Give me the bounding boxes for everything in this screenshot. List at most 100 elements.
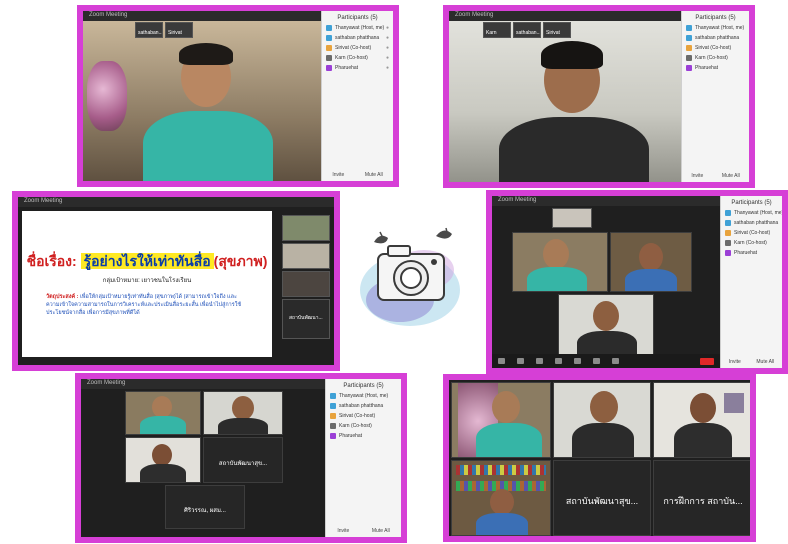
- record-icon[interactable]: [612, 358, 619, 364]
- video-tile: [610, 232, 692, 292]
- participants-title: Participants (5): [337, 15, 378, 21]
- participants-title: Participants (5): [695, 15, 736, 21]
- thumbnail: sathaban...: [135, 22, 163, 38]
- mic-icon[interactable]: ●: [386, 65, 389, 71]
- mic-icon[interactable]: ●: [386, 45, 389, 51]
- security-icon[interactable]: [536, 358, 543, 364]
- side-video: [282, 215, 330, 241]
- avatar: [326, 55, 332, 61]
- participant-row[interactable]: Thanyawat (Host, me): [721, 208, 782, 218]
- participant-row[interactable]: sathaban phatthana: [682, 33, 749, 43]
- participant-row[interactable]: sathaban phatthana ●: [322, 33, 393, 43]
- screenshot-1: Zoom Meeting sathaban... Sirivat Partici…: [77, 5, 399, 187]
- participant-row[interactable]: Pharuehat: [326, 431, 401, 441]
- participants-title: Participants (5): [343, 383, 384, 389]
- mic-icon[interactable]: ●: [386, 55, 389, 61]
- name-tile: สถาบันพัฒนาสุข...: [203, 437, 283, 483]
- avatar: [725, 250, 731, 256]
- participant-row[interactable]: Pharuehat ●: [322, 63, 393, 73]
- participants-panel: Participants (5) Thanyawat (Host, me) sa…: [720, 196, 782, 368]
- mic-icon[interactable]: ●: [386, 25, 389, 31]
- share-screen-icon[interactable]: [593, 358, 600, 364]
- participant-row[interactable]: Karn (Co-host): [721, 238, 782, 248]
- video-tile: [512, 232, 608, 292]
- mute-all-button[interactable]: Mute All: [756, 359, 774, 365]
- invite-button[interactable]: Invite: [337, 528, 349, 534]
- avatar: [326, 65, 332, 71]
- app-title: Zoom Meeting: [498, 197, 537, 203]
- avatar: [725, 220, 731, 226]
- participant-row[interactable]: Sirivat (Co-host): [721, 228, 782, 238]
- participant-row[interactable]: Karn (Co-host): [326, 421, 401, 431]
- mute-all-button[interactable]: Mute All: [365, 172, 383, 178]
- invite-button[interactable]: Invite: [729, 359, 741, 365]
- invite-button[interactable]: Invite: [691, 173, 703, 179]
- invite-button[interactable]: Invite: [332, 172, 344, 178]
- slide-objective: วัตถุประสงค์ : เพื่อให้กลุ่มเป้าหมายรู้เ…: [46, 294, 242, 316]
- thumbnail: Sirivat: [165, 22, 193, 38]
- meeting-controls: [492, 354, 720, 368]
- slide-subtitle: กลุ่มเป้าหมาย: เยาวชนในโรงเรียน: [102, 278, 192, 284]
- participant-row[interactable]: Thanyawat (Host, me): [326, 391, 401, 401]
- name-tile: การฝึกการ สถาบัน...: [653, 460, 750, 536]
- app-title: Zoom Meeting: [89, 12, 128, 18]
- thumbnail: sathaban...: [513, 22, 541, 38]
- participant-row[interactable]: Karn (Co-host) ●: [322, 53, 393, 63]
- participant-row[interactable]: sathaban phatthana: [326, 401, 401, 411]
- participant-row[interactable]: Thanyawat (Host, me): [682, 23, 749, 33]
- avatar: [330, 413, 336, 419]
- app-title: Zoom Meeting: [24, 198, 63, 204]
- participant-row[interactable]: Sirivat (Co-host) ●: [322, 43, 393, 53]
- app-title: Zoom Meeting: [455, 12, 494, 18]
- participant-row[interactable]: Thanyawat (Host, me) ●: [322, 23, 393, 33]
- mute-all-button[interactable]: Mute All: [722, 173, 740, 179]
- title-bar: Zoom Meeting: [18, 197, 334, 207]
- screenshot-3-slide-share: Zoom Meeting ชื่อเรื่อง: รู้อย่างไรให้เท…: [12, 191, 340, 371]
- participants-icon[interactable]: [555, 358, 562, 364]
- avatar: [725, 230, 731, 236]
- participant-row[interactable]: Karn (Co-host): [682, 53, 749, 63]
- screenshot-4: Zoom Meeting Participants (5) Thanyawat …: [486, 190, 788, 374]
- thumbnail: Sirivat: [543, 22, 571, 38]
- avatar: [330, 433, 336, 439]
- video-tile: [558, 294, 654, 356]
- side-video: [282, 243, 330, 269]
- video-tile: [451, 460, 551, 536]
- mute-icon[interactable]: [498, 358, 505, 364]
- thumbnail: [552, 208, 592, 228]
- mic-icon[interactable]: ●: [386, 35, 389, 41]
- video-tile: [203, 391, 283, 435]
- avatar: [326, 45, 332, 51]
- screenshot-2: Zoom Meeting Karn sathaban... Sirivat Pa…: [443, 5, 755, 188]
- main-video: [83, 21, 321, 181]
- screenshot-5: Zoom Meeting สถาบันพัฒนาสุข... ศิริวรรณ,…: [75, 373, 407, 543]
- slide-title: ชื่อเรื่อง: รู้อย่างไรให้เท่าทันสื่อ (สุข…: [26, 253, 268, 269]
- screenshot-6: สถาบันพัฒนาสุข... การฝึกการ สถาบัน...: [443, 374, 756, 542]
- participant-video: [143, 41, 273, 181]
- participant-row[interactable]: Pharuehat: [682, 63, 749, 73]
- name-tile: สถาบันพัฒนาสุข...: [553, 460, 651, 536]
- participant-row[interactable]: Pharuehat: [721, 248, 782, 258]
- shared-slide: ชื่อเรื่อง: รู้อย่างไรให้เท่าทันสื่อ (สุข…: [22, 211, 272, 357]
- avatar: [330, 423, 336, 429]
- avatar: [686, 35, 692, 41]
- app-title: Zoom Meeting: [87, 380, 126, 386]
- avatar: [330, 393, 336, 399]
- participants-panel: Participants (5) Thanyawat (Host, me) sa…: [681, 11, 749, 182]
- chat-icon[interactable]: [574, 358, 581, 364]
- participant-row[interactable]: Sirivat (Co-host): [682, 43, 749, 53]
- camera-illustration: [360, 227, 460, 326]
- end-meeting-button[interactable]: [700, 357, 714, 365]
- participant-row[interactable]: sathaban phatthana: [721, 218, 782, 228]
- side-tile: สถาบันพัฒนา...: [282, 299, 330, 339]
- avatar: [326, 35, 332, 41]
- avatar: [686, 65, 692, 71]
- video-icon[interactable]: [517, 358, 524, 364]
- avatar: [686, 45, 692, 51]
- avatar: [725, 210, 731, 216]
- mute-all-button[interactable]: Mute All: [372, 528, 390, 534]
- avatar: [725, 240, 731, 246]
- participant-row[interactable]: Sirivat (Co-host): [326, 411, 401, 421]
- participants-panel: Participants (5) Thanyawat (Host, me) sa…: [325, 379, 401, 537]
- main-video: [449, 21, 681, 182]
